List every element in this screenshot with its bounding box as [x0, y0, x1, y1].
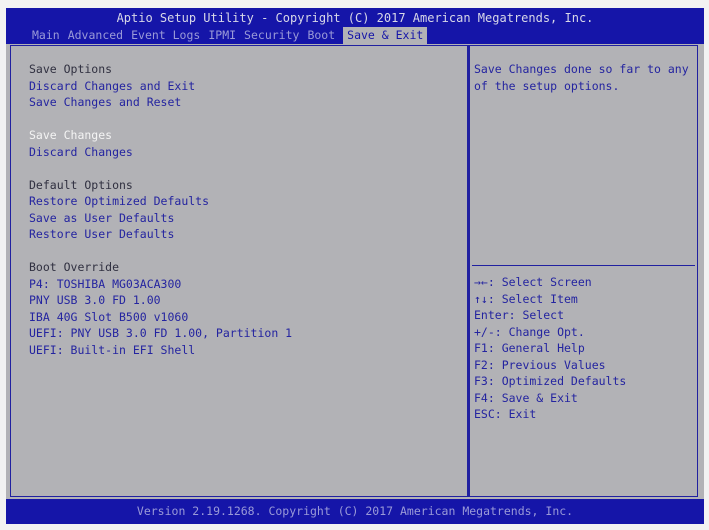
- key-hint: ESC: Exit: [474, 407, 537, 421]
- tab-bar: Main Advanced Event Logs IPMI Security Boot Sa…: [28, 27, 428, 44]
- tab-advanced[interactable]: Advanced: [64, 27, 127, 44]
- section-heading: Default Options: [29, 177, 133, 192]
- menu-item[interactable]: Discard Changes: [29, 144, 133, 160]
- menu-item[interactable]: UEFI: PNY USB 3.0 FD 1.00, Partition 1: [29, 325, 292, 341]
- tab-main[interactable]: Main: [28, 27, 64, 44]
- key-hint: →←: Select Screen: [474, 275, 592, 289]
- menu-item[interactable]: UEFI: Built-in EFI Shell: [29, 342, 195, 358]
- tab-save-exit[interactable]: Save & Exit: [343, 27, 428, 44]
- key-hint: F3: Optimized Defaults: [474, 374, 627, 388]
- menu-item[interactable]: PNY USB 3.0 FD 1.00: [29, 292, 161, 308]
- footer: Version 2.19.1268. Copyright (C) 2017 Am…: [6, 499, 704, 524]
- menu-item[interactable]: Discard Changes and Exit: [29, 78, 195, 94]
- key-hint: Enter: Select: [474, 308, 565, 322]
- help-panel: Save Changes done so far to any of the s…: [468, 45, 698, 497]
- header: Aptio Setup Utility - Copyright (C) 2017…: [6, 8, 704, 44]
- section-heading: Save Options: [29, 62, 113, 76]
- divider: [472, 265, 695, 266]
- options-panel: Save Options Discard Changes and Exit Save…: [10, 45, 468, 497]
- menu-item[interactable]: Restore Optimized Defaults: [29, 193, 209, 209]
- bios-screen: Aptio Setup Utility - Copyright (C) 2017…: [6, 8, 704, 524]
- title: Aptio Setup Utility - Copyright (C) 2017…: [116, 11, 594, 25]
- menu-item[interactable]: Save Changes: [29, 127, 112, 143]
- menu-item[interactable]: Save Changes and Reset: [29, 94, 181, 110]
- tab-event-logs[interactable]: Event Logs: [127, 27, 204, 44]
- tab-ipmi[interactable]: IPMI: [204, 27, 240, 44]
- key-hint: F1: General Help: [474, 341, 585, 355]
- key-hint: +/-: Change Opt.: [474, 324, 585, 339]
- menu-item[interactable]: IBA 40G Slot B500 v1060: [29, 309, 188, 325]
- section-heading: Boot Override: [29, 260, 120, 274]
- tab-boot[interactable]: Boot: [303, 27, 339, 44]
- help-text: Save Changes done so far to any of the s…: [474, 62, 689, 93]
- menu-item[interactable]: P4: TOSHIBA MG03ACA300: [29, 276, 181, 292]
- key-hint: F2: Previous Values: [474, 357, 606, 372]
- tab-security[interactable]: Security: [240, 27, 303, 44]
- key-legend: →←: Select Screen ↑↓: Select Item Enter: S…: [474, 274, 626, 423]
- key-hint: ↑↓: Select Item: [474, 291, 578, 306]
- key-hint: F4: Save & Exit: [474, 390, 578, 405]
- menu-item[interactable]: Restore User Defaults: [29, 226, 174, 242]
- menu-item[interactable]: Save as User Defaults: [29, 210, 174, 226]
